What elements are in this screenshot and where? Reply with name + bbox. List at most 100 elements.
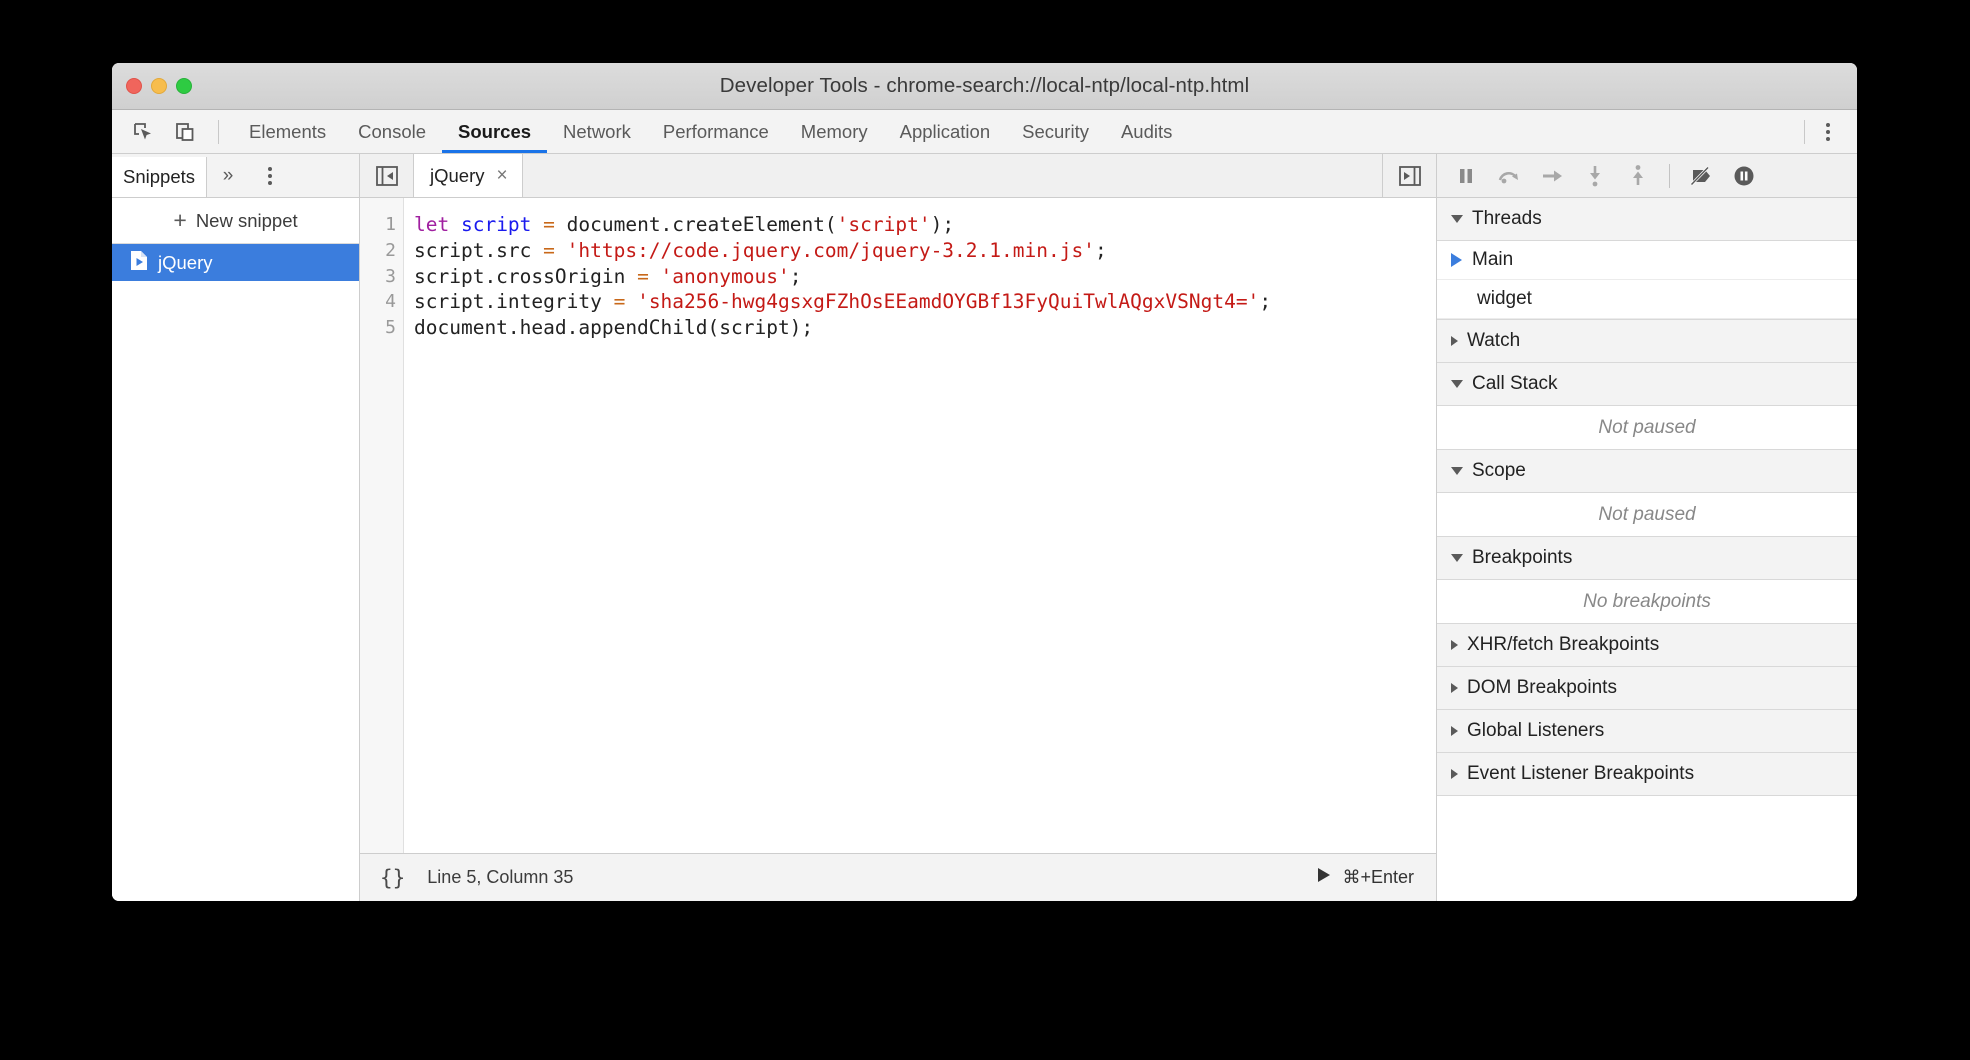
- section-title: DOM Breakpoints: [1467, 677, 1617, 699]
- code-token: script.src: [414, 239, 543, 262]
- more-tabs-icon[interactable]: »: [207, 154, 249, 197]
- section-header-call-stack[interactable]: Call Stack: [1437, 363, 1857, 406]
- debugger-toolbar-divider: [1669, 164, 1670, 188]
- tab-audits[interactable]: Audits: [1105, 110, 1188, 153]
- section-header-global-listeners[interactable]: Global Listeners: [1437, 710, 1857, 753]
- navigator-kebab-menu-icon[interactable]: [257, 163, 283, 189]
- toolbar-divider-right: [1804, 120, 1805, 144]
- script-file-icon: [130, 250, 148, 276]
- code-token: document.head.appendChild(script);: [414, 316, 813, 339]
- toolbar-right-group: [1804, 110, 1857, 153]
- snippet-label: jQuery: [158, 252, 213, 274]
- device-toolbar-icon[interactable]: [172, 119, 198, 145]
- tab-memory[interactable]: Memory: [785, 110, 884, 153]
- code-token: 'https://code.jquery.com/jquery-3.2.1.mi…: [567, 239, 1095, 262]
- code-token: script.integrity: [414, 290, 614, 313]
- section-header-threads[interactable]: Threads: [1437, 198, 1857, 241]
- run-shortcut-label: ⌘+Enter: [1342, 867, 1414, 888]
- expand-sidebar-icon[interactable]: [1382, 154, 1436, 197]
- editor-status-bar: {} Line 5, Column 35 ⌘+Enter: [360, 853, 1436, 901]
- code-token: let: [414, 213, 461, 236]
- scope-empty-message: Not paused: [1437, 493, 1857, 536]
- tab-sources[interactable]: Sources: [442, 110, 547, 153]
- section-body-scope: Not paused: [1437, 493, 1857, 537]
- code-token: =: [614, 290, 637, 313]
- navigator-panel: Snippets » + New snippet jQuery: [112, 154, 360, 901]
- chevron-down-icon: [1451, 467, 1463, 475]
- tab-security[interactable]: Security: [1006, 110, 1105, 153]
- section-header-scope[interactable]: Scope: [1437, 450, 1857, 493]
- debugger-toolbar: [1437, 154, 1857, 198]
- section-title: Event Listener Breakpoints: [1467, 763, 1694, 785]
- window-title: Developer Tools - chrome-search://local-…: [112, 74, 1857, 98]
- window-controls: [126, 78, 192, 94]
- close-window-button[interactable]: [126, 78, 142, 94]
- new-snippet-button[interactable]: + New snippet: [112, 198, 359, 244]
- thread-row-widget[interactable]: widget: [1437, 280, 1857, 319]
- minimize-window-button[interactable]: [151, 78, 167, 94]
- step-into-arrow-icon[interactable]: [1537, 161, 1567, 191]
- step-out-up-icon[interactable]: [1623, 161, 1653, 191]
- chevron-right-icon: [1451, 683, 1458, 693]
- step-down-icon[interactable]: [1580, 161, 1610, 191]
- code-token: document.createElement(: [567, 213, 837, 236]
- code-line: script.integrity = 'sha256-hwg4gsxgFZhOs…: [414, 289, 1436, 315]
- code-editor[interactable]: 12345 let script = document.createElemen…: [360, 198, 1436, 853]
- list-item[interactable]: jQuery: [112, 244, 359, 281]
- section-header-event-listener-breakpoints[interactable]: Event Listener Breakpoints: [1437, 753, 1857, 796]
- navigator-menu-wrap: [249, 154, 291, 197]
- chevron-right-icon: [1451, 769, 1458, 779]
- section-title: Scope: [1472, 460, 1526, 482]
- section-title: Watch: [1467, 330, 1520, 352]
- chevron-down-icon: [1451, 554, 1463, 562]
- close-icon[interactable]: ×: [497, 166, 508, 185]
- section-title: Breakpoints: [1472, 547, 1572, 569]
- kebab-menu-icon[interactable]: [1815, 119, 1841, 145]
- chevron-down-icon: [1451, 215, 1463, 223]
- tab-elements[interactable]: Elements: [233, 110, 342, 153]
- maximize-window-button[interactable]: [176, 78, 192, 94]
- tab-performance[interactable]: Performance: [647, 110, 785, 153]
- code-token: script: [461, 213, 543, 236]
- tab-network[interactable]: Network: [547, 110, 647, 153]
- line-number-gutter: 12345: [360, 198, 404, 853]
- section-header-xhr-fetch-breakpoints[interactable]: XHR/fetch Breakpoints: [1437, 624, 1857, 667]
- inspect-element-icon[interactable]: [130, 119, 156, 145]
- run-snippet-button[interactable]: ⌘+Enter: [1317, 867, 1414, 888]
- pause-circle-icon[interactable]: [1729, 161, 1759, 191]
- line-number: 1: [360, 212, 403, 238]
- editor-tab-jquery[interactable]: jQuery ×: [414, 154, 523, 197]
- pretty-print-button[interactable]: {}: [380, 866, 405, 890]
- toolbar-divider: [218, 120, 219, 144]
- code-content[interactable]: let script = document.createElement('scr…: [404, 198, 1436, 853]
- section-header-breakpoints[interactable]: Breakpoints: [1437, 537, 1857, 580]
- section-title: Threads: [1472, 208, 1542, 230]
- tab-console[interactable]: Console: [342, 110, 442, 153]
- chevron-down-icon: [1451, 380, 1463, 388]
- pause-icon[interactable]: [1451, 161, 1481, 191]
- step-over-icon[interactable]: [1494, 161, 1524, 191]
- code-token: =: [543, 239, 566, 262]
- devtools-toolbar: Elements Console Sources Network Perform…: [112, 110, 1857, 154]
- section-title: Global Listeners: [1467, 720, 1604, 742]
- code-token: ;: [1259, 290, 1271, 313]
- code-token: 'script': [837, 213, 931, 236]
- line-number: 3: [360, 264, 403, 290]
- breakpoint-slashed-icon[interactable]: [1686, 161, 1716, 191]
- section-header-dom-breakpoints[interactable]: DOM Breakpoints: [1437, 667, 1857, 710]
- code-token: ;: [790, 265, 802, 288]
- collapse-sidebar-icon[interactable]: [360, 154, 414, 197]
- navigator-tab-snippets[interactable]: Snippets: [112, 157, 207, 197]
- line-number: 5: [360, 315, 403, 341]
- toolbar-icons: [112, 110, 233, 153]
- devtools-tab-list: Elements Console Sources Network Perform…: [233, 110, 1804, 153]
- tab-application[interactable]: Application: [884, 110, 1007, 153]
- section-title: XHR/fetch Breakpoints: [1467, 634, 1659, 656]
- thread-row-main[interactable]: Main: [1437, 241, 1857, 280]
- chevron-right-icon: [1451, 336, 1458, 346]
- editor-tab-strip: jQuery ×: [360, 154, 1436, 198]
- code-token: );: [931, 213, 954, 236]
- section-body-call-stack: Not paused: [1437, 406, 1857, 450]
- section-header-watch[interactable]: Watch: [1437, 320, 1857, 363]
- code-line: script.crossOrigin = 'anonymous';: [414, 264, 1436, 290]
